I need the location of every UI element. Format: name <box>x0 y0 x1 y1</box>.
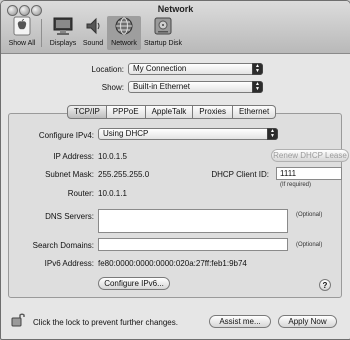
tab-ethernet[interactable]: Ethernet <box>232 105 277 119</box>
search-optional-hint: (Optional) <box>296 242 323 248</box>
location-popup[interactable]: My Connection ▲ ▼ <box>128 63 263 75</box>
toolbar-label: Show All <box>8 40 36 47</box>
toolbar-show-all[interactable]: Show All <box>5 16 39 50</box>
tab-proxies[interactable]: Proxies <box>193 105 233 119</box>
dns-servers-field[interactable] <box>98 209 288 233</box>
tab-bar: TCP/IP PPPoE AppleTalk Proxies Ethernet <box>67 105 277 119</box>
location-label: Location: <box>91 65 124 74</box>
toolbar-label: Network <box>111 40 137 47</box>
configure-ipv4-value: Using DHCP <box>103 129 149 138</box>
subnet-mask-label: Subnet Mask: <box>45 170 94 179</box>
renew-dhcp-lease-button[interactable]: Renew DHCP Lease <box>271 149 349 162</box>
popup-arrows-icon: ▲ ▼ <box>252 81 263 93</box>
toolbar-startup-disk[interactable]: Startup Disk <box>141 16 185 50</box>
dns-servers-label: DNS Servers: <box>45 212 94 221</box>
tcpip-panel <box>8 113 342 298</box>
dhcp-client-id-label: DHCP Client ID: <box>211 170 269 179</box>
lock-instructions: Click the lock to prevent further change… <box>33 318 178 327</box>
toolbar-separator <box>41 19 42 47</box>
toolbar-label: Startup Disk <box>143 40 183 47</box>
dns-optional-hint: (Optional) <box>296 212 323 218</box>
toolbar-network[interactable]: Network <box>107 16 141 50</box>
help-button[interactable]: ? <box>319 279 331 291</box>
router-label: Router: <box>67 189 94 198</box>
assist-me-button[interactable]: Assist me... <box>209 315 271 328</box>
subnet-mask-value: 255.255.255.0 <box>98 170 150 179</box>
location-value: My Connection <box>133 64 187 73</box>
apply-now-button[interactable]: Apply Now <box>278 315 337 328</box>
tab-appletalk[interactable]: AppleTalk <box>145 105 194 119</box>
search-domains-label: Search Domains: <box>32 241 94 250</box>
router-value: 10.0.1.1 <box>98 189 127 198</box>
globe-icon <box>115 17 133 35</box>
toolbar-label: Sound <box>82 40 104 47</box>
tab-tcpip[interactable]: TCP/IP <box>67 105 107 119</box>
configure-ipv4-label: Configure IPv4: <box>38 131 94 140</box>
toolbar-label: Displays <box>49 40 77 47</box>
dhcp-client-id-field[interactable]: 1111 <box>276 167 342 180</box>
popup-arrows-icon: ▲ ▼ <box>252 63 263 75</box>
title-bar: Network Show All Displays Sound Network … <box>1 1 350 54</box>
unlocked-padlock-icon[interactable] <box>11 311 25 327</box>
configure-ipv4-popup[interactable]: Using DHCP ▲ ▼ <box>98 128 278 140</box>
ipv6-address-value: fe80:0000:0000:0000:020a:27ff:feb1:9b74 <box>98 259 247 268</box>
if-required-hint: (If required) <box>280 182 312 188</box>
display-icon <box>53 17 73 35</box>
popup-arrows-icon: ▲ ▼ <box>267 128 278 140</box>
ipv6-address-label: IPv6 Address: <box>44 259 94 268</box>
window-title: Network <box>157 4 194 14</box>
speaker-icon <box>86 17 100 35</box>
network-preferences-window: Network Show All Displays Sound Network … <box>0 0 350 340</box>
ip-address-value: 10.0.1.5 <box>98 152 127 161</box>
show-label: Show: <box>101 83 124 92</box>
apple-grid-icon <box>13 16 31 36</box>
disk-icon <box>154 17 172 35</box>
toolbar-displays[interactable]: Displays <box>47 16 79 50</box>
configure-ipv6-button[interactable]: Configure IPv6... <box>98 277 170 290</box>
show-popup[interactable]: Built-in Ethernet ▲ ▼ <box>128 81 263 93</box>
search-domains-field[interactable] <box>98 238 288 251</box>
show-value: Built-in Ethernet <box>133 82 190 91</box>
toolbar-sound[interactable]: Sound <box>81 16 105 50</box>
tab-pppoe[interactable]: PPPoE <box>106 105 146 119</box>
ip-address-label: IP Address: <box>53 152 94 161</box>
